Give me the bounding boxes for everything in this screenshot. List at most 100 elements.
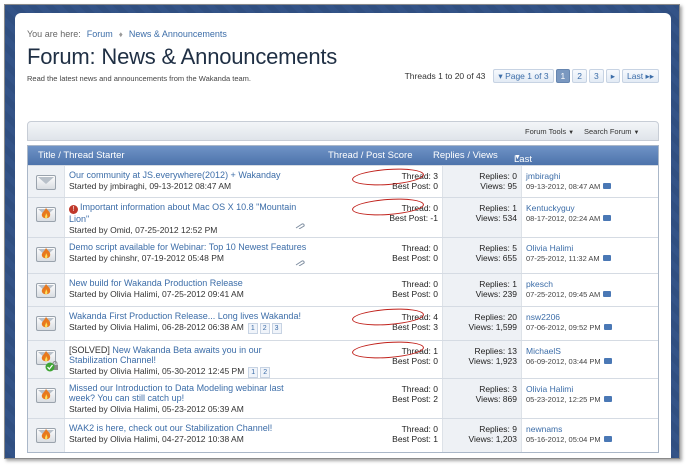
go-to-post-icon[interactable] <box>603 183 612 189</box>
page-button-2[interactable]: 2 <box>572 69 588 83</box>
go-to-post-icon[interactable] <box>603 358 612 364</box>
column-score[interactable]: Thread / Post Score <box>328 150 412 161</box>
thread-title-link[interactable]: Our community at JS.everywhere(2012) + W… <box>69 170 309 180</box>
views-count: Views: 655 <box>475 253 517 263</box>
last-post-user[interactable]: nsw2206 <box>526 312 656 322</box>
thread-prefix: [SOLVED] <box>69 345 110 355</box>
hot-thread-flame-icon <box>41 284 51 295</box>
replies-count: Replies: 20 <box>474 312 517 322</box>
thread-score: Thread: 0 <box>401 243 438 253</box>
go-to-post-icon[interactable] <box>602 255 611 261</box>
pagination: Threads 1 to 20 of 43 ▾ Page 1 of 3 1 2 … <box>405 69 659 83</box>
thread-title-link[interactable]: New build for Wakanda Production Release <box>69 278 309 288</box>
page-of-dropdown[interactable]: ▾ Page 1 of 3 <box>493 69 554 83</box>
last-post-user[interactable]: Olivia Halimi <box>526 243 656 253</box>
thread-title-link[interactable]: ! Important information about Mac OS X 10… <box>69 202 309 224</box>
thread-title-link[interactable]: [SOLVED] New Wakanda Beta awaits you in … <box>69 345 309 365</box>
column-replies-views[interactable]: Replies / Views <box>433 150 498 161</box>
last-post-user[interactable]: Kentuckyguy <box>526 203 656 213</box>
score-cell: Thread: 3 Best Post: 0 <box>358 171 438 191</box>
go-to-post-icon[interactable] <box>603 436 612 442</box>
thread-status-cell <box>28 238 65 273</box>
thread-score: Thread: 0 <box>401 279 438 289</box>
page-title: Forum: News & Announcements <box>27 44 338 69</box>
page-button-1[interactable]: 1 <box>555 69 571 83</box>
alert-icon: ! <box>69 205 78 214</box>
replies-count: Replies: 9 <box>479 424 517 434</box>
thread-title-cell: Missed our Introduction to Data Modeling… <box>69 383 309 414</box>
last-post-date: 07-25-2012, 09:45 AM <box>526 290 601 299</box>
last-post-date: 07-06-2012, 09:52 PM <box>526 323 601 332</box>
last-post-date: 08-17-2012, 02:24 AM <box>526 214 601 223</box>
thread-pages: 123 <box>247 323 282 334</box>
attachment-paperclip-icon <box>295 223 305 229</box>
best-post-score: Best Post: -1 <box>389 213 438 223</box>
best-post-score: Best Post: 0 <box>392 289 438 299</box>
table-row[interactable]: [SOLVED] New Wakanda Beta awaits you in … <box>28 339 658 378</box>
table-row[interactable]: ! Important information about Mac OS X 10… <box>28 196 658 237</box>
table-row[interactable]: New build for Wakanda Production Release… <box>28 273 658 306</box>
table-row[interactable]: Missed our Introduction to Data Modeling… <box>28 378 658 418</box>
score-cell: Thread: 1 Best Post: 0 <box>358 346 438 366</box>
page-button-3[interactable]: 3 <box>589 69 604 83</box>
hot-thread-flame-icon <box>41 389 51 400</box>
last-post-user[interactable]: Olivia Halimi <box>526 384 656 394</box>
next-page-button[interactable]: ▸ <box>605 69 621 83</box>
best-post-score: Best Post: 2 <box>392 394 438 404</box>
table-row[interactable]: WAK2 is here, check out our Stabilizatio… <box>28 418 658 452</box>
views-count: Views: 1,599 <box>468 322 517 332</box>
screenshot-frame: You are here: Forum ♦ News & Announcemen… <box>4 4 680 459</box>
forum-tools-label: Forum Tools <box>525 127 567 136</box>
last-post-user[interactable]: newnams <box>526 424 656 434</box>
replies-count: Replies: 0 <box>479 171 517 181</box>
thread-page-link[interactable]: 1 <box>248 367 259 378</box>
last-post-user[interactable]: jmbiraghi <box>526 171 656 181</box>
thread-page-link[interactable]: 2 <box>260 367 271 378</box>
score-cell: Thread: 4 Best Post: 3 <box>358 312 438 332</box>
views-count: Views: 1,203 <box>468 434 517 444</box>
thread-score: Thread: 0 <box>401 384 438 394</box>
breadcrumb-news[interactable]: News & Announcements <box>129 29 227 39</box>
score-cell: Thread: 0 Best Post: 0 <box>358 243 438 263</box>
table-row[interactable]: Our community at JS.everywhere(2012) + W… <box>28 165 658 197</box>
thread-score: Thread: 0 <box>401 203 438 213</box>
go-to-post-icon[interactable] <box>603 291 612 297</box>
go-to-post-icon[interactable] <box>603 396 612 402</box>
last-page-button[interactable]: Last ▸▸ <box>622 69 659 83</box>
page-of-label: Page 1 of 3 <box>505 71 549 81</box>
hot-thread-flame-icon <box>41 317 51 328</box>
hot-thread-flame-icon <box>41 208 51 219</box>
thread-title-link[interactable]: Missed our Introduction to Data Modeling… <box>69 383 309 403</box>
table-row[interactable]: Wakanda First Production Release... Long… <box>28 306 658 340</box>
replies-count: Replies: 1 <box>479 279 517 289</box>
thread-title-link[interactable]: WAK2 is here, check out our Stabilizatio… <box>69 423 309 433</box>
thread-page-link[interactable]: 1 <box>247 323 258 334</box>
thread-starter-text: Started by Olivia Halimi, 05-30-2012 12:… <box>69 366 245 376</box>
score-cell: Thread: 0 Best Post: 2 <box>358 384 438 404</box>
last-post-user[interactable]: pkesch <box>526 279 656 289</box>
thread-title-link[interactable]: Wakanda First Production Release... Long… <box>69 311 309 321</box>
thread-title-link[interactable]: Demo script available for Webinar: Top 1… <box>69 242 309 252</box>
score-cell: Thread: 0 Best Post: 1 <box>358 424 438 444</box>
forum-tools-menu[interactable]: Forum Tools ▼ <box>525 127 574 136</box>
breadcrumb-forum[interactable]: Forum <box>87 29 113 39</box>
table-row[interactable]: Demo script available for Webinar: Top 1… <box>28 237 658 273</box>
replies-count: Replies: 1 <box>479 203 517 213</box>
views-count: Views: 869 <box>475 394 517 404</box>
best-post-score: Best Post: 3 <box>392 322 438 332</box>
go-to-post-icon[interactable] <box>603 215 612 221</box>
thread-score: Thread: 3 <box>401 171 438 181</box>
replies-views-cell: Replies: 13 Views: 1,923 <box>442 341 522 378</box>
last-post-user[interactable]: MichaelS <box>526 346 656 356</box>
thread-page-link[interactable]: 2 <box>259 323 270 334</box>
last-post-date: 05-23-2012, 12:25 PM <box>526 395 601 404</box>
thread-title-cell: Wakanda First Production Release... Long… <box>69 311 309 334</box>
go-to-post-icon[interactable] <box>603 324 612 330</box>
replies-count: Replies: 3 <box>479 384 517 394</box>
thread-page-link[interactable]: 3 <box>271 323 282 334</box>
column-title[interactable]: Title / Thread Starter <box>38 150 125 161</box>
search-forum-menu[interactable]: Search Forum ▼ <box>584 127 639 136</box>
thread-status-cell <box>28 274 65 306</box>
thread-status-cell <box>28 379 65 418</box>
thread-title-cell: Demo script available for Webinar: Top 1… <box>69 242 309 263</box>
